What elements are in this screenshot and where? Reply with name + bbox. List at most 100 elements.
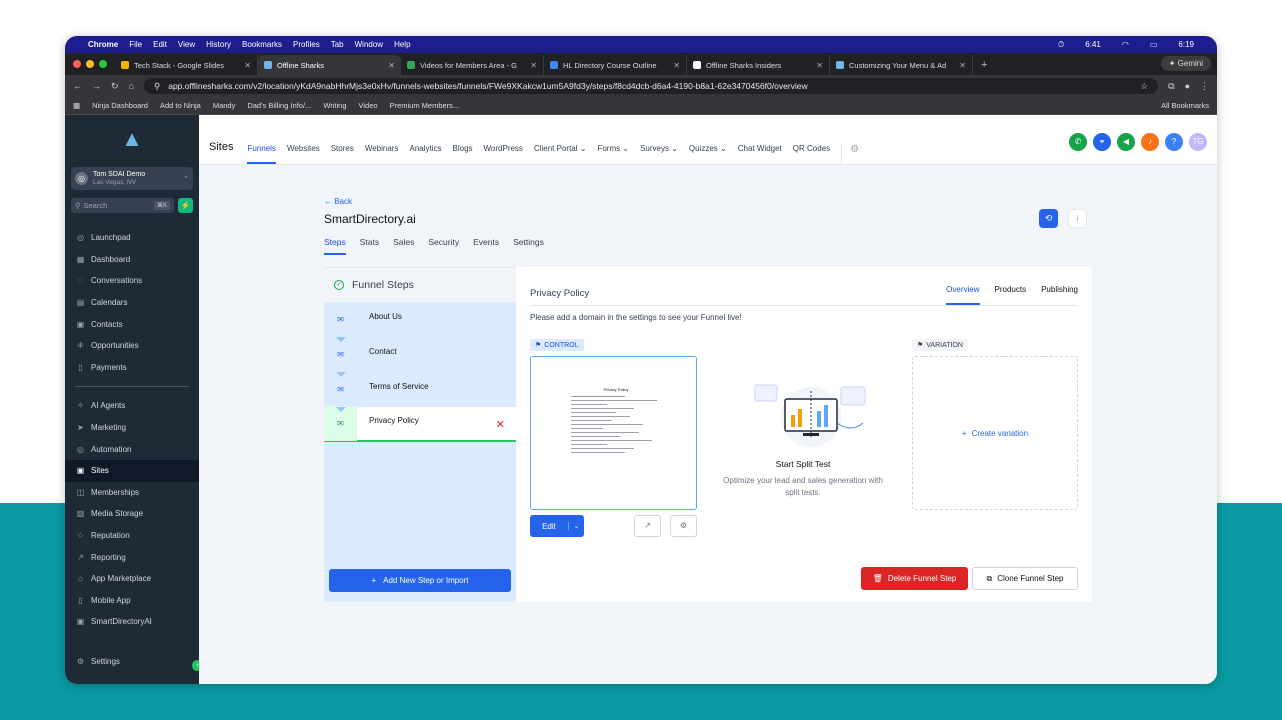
bookmark-item[interactable]: Writing — [323, 101, 346, 110]
sidebar-item-mobile-app[interactable]: ▯ Mobile App — [65, 590, 199, 612]
tab-funnels[interactable]: Funnels — [247, 144, 276, 164]
tab-products[interactable]: Products — [995, 285, 1027, 305]
back-link[interactable]: ← Back — [324, 197, 352, 206]
wifi-icon[interactable]: ◠ — [1122, 40, 1129, 49]
battery-icon[interactable]: ▭ — [1150, 40, 1158, 49]
close-tab-icon[interactable]: ✕ — [530, 61, 537, 70]
close-tab-icon[interactable]: ✕ — [816, 61, 823, 70]
profile-icon[interactable]: ● — [1185, 81, 1190, 91]
tab-publishing[interactable]: Publishing — [1041, 285, 1078, 305]
menu-file[interactable]: File — [129, 40, 142, 49]
tab-stores[interactable]: Stores — [331, 144, 354, 164]
timer-icon[interactable]: ⏱ — [1058, 40, 1064, 50]
tab-steps[interactable]: Steps — [324, 237, 346, 255]
bookmark-star-icon[interactable]: ☆ — [1141, 81, 1149, 92]
tab-sales[interactable]: Sales — [393, 237, 414, 255]
sidebar-item-contacts[interactable]: ▣ Contacts — [65, 313, 199, 335]
back-arrow-icon[interactable]: ← — [73, 81, 82, 91]
bookmark-item[interactable]: Dad's Billing Info/... — [247, 101, 311, 110]
browser-tab[interactable]: Videos for Members Area - G ✕ — [401, 55, 544, 75]
close-tab-icon[interactable]: ✕ — [959, 61, 966, 70]
funnel-step-item[interactable]: ✉ About Us — [324, 302, 516, 342]
sidebar-item-automation[interactable]: ◎ Automation — [65, 438, 199, 460]
url-bar[interactable]: ⚲ app.offlinesharks.com/v2/location/yKdA… — [143, 78, 1159, 94]
tab-chat-widget[interactable]: Chat Widget — [738, 144, 782, 164]
menu-edit[interactable]: Edit — [153, 40, 167, 49]
site-info-icon[interactable]: ⚲ — [154, 81, 160, 92]
tab-analytics[interactable]: Analytics — [409, 144, 441, 164]
browser-tab[interactable]: Customizing Your Menu & Ad ✕ — [830, 55, 973, 75]
funnel-step-item[interactable]: ✉ Terms of Service — [324, 372, 516, 412]
delete-funnel-step-button[interactable]: 🗑 Delete Funnel Step — [861, 567, 968, 590]
help-icon[interactable]: ? — [1165, 133, 1183, 151]
delete-step-x-icon[interactable]: ✕ — [496, 418, 505, 431]
edit-button[interactable]: Edit ⌄ — [530, 515, 584, 537]
page-preview-thumbnail[interactable]: Privacy Policy — [530, 356, 697, 510]
browser-tab-active[interactable]: Offline Sharks ✕ — [258, 55, 401, 75]
minimize-window-icon[interactable] — [86, 60, 94, 68]
megaphone-icon[interactable]: ◀ — [1117, 133, 1135, 151]
menu-help[interactable]: Help — [394, 40, 410, 49]
search-input[interactable]: ⚲ Search ⌘K — [71, 198, 174, 213]
menu-view[interactable]: View — [178, 40, 195, 49]
sidebar-item-sites[interactable]: ▣ Sites — [65, 459, 199, 482]
funnel-step-item-active[interactable]: ✉ Privacy Policy ✕ — [324, 406, 516, 442]
bookmark-item[interactable]: Video — [359, 101, 378, 110]
link-icon[interactable]: ⚭ — [1093, 133, 1111, 151]
avatar[interactable]: TG — [1189, 133, 1207, 151]
sidebar-item-app-marketplace[interactable]: ⌂ App Marketplace — [65, 568, 199, 590]
gear-icon[interactable]: ⚙ — [670, 515, 697, 537]
browser-tab[interactable]: Offline Sharks Insiders ✕ — [687, 55, 830, 75]
quick-action-bolt-icon[interactable]: ⚡ — [178, 198, 193, 213]
bookmark-item[interactable]: Add to Ninja — [160, 101, 201, 110]
info-icon[interactable]: i — [1068, 209, 1087, 228]
tab-security[interactable]: Security — [428, 237, 459, 255]
sidebar-item-opportunities[interactable]: ⁜ Opportunities — [65, 335, 199, 357]
tab-quizzes[interactable]: Quizzes ⌄ — [689, 144, 727, 164]
sidebar-item-reporting[interactable]: ↗ Reporting — [65, 546, 199, 568]
menu-history[interactable]: History — [206, 40, 231, 49]
menu-app[interactable]: Chrome — [88, 40, 118, 49]
chevron-down-icon[interactable]: ⌄ — [568, 522, 584, 530]
menu-bookmarks[interactable]: Bookmarks — [242, 40, 282, 49]
bookmark-item[interactable]: Premium Members... — [390, 101, 460, 110]
tab-blogs[interactable]: Blogs — [453, 144, 473, 164]
close-tab-icon[interactable]: ✕ — [388, 61, 395, 70]
sidebar-item-launchpad[interactable]: ◎ Launchpad — [65, 227, 199, 249]
sidebar-item-marketing[interactable]: ➤ Marketing — [65, 417, 199, 439]
close-window-icon[interactable] — [73, 60, 81, 68]
tab-overview[interactable]: Overview — [946, 285, 980, 305]
clone-funnel-step-button[interactable]: ⧉ Clone Funnel Step — [972, 567, 1078, 590]
close-tab-icon[interactable]: ✕ — [244, 61, 251, 70]
tab-wordpress[interactable]: WordPress — [484, 144, 523, 164]
external-link-icon[interactable]: ↗ — [634, 515, 661, 537]
tab-stats[interactable]: Stats — [360, 237, 379, 255]
new-tab-icon[interactable]: + — [973, 59, 995, 75]
gemini-button[interactable]: ✦ Gemini — [1160, 56, 1211, 71]
sidebar-item-memberships[interactable]: ◫ Memberships — [65, 482, 199, 504]
browser-tab[interactable]: HL Directory Course Outline ✕ — [544, 55, 687, 75]
create-variation-button[interactable]: + Create variation — [912, 356, 1078, 510]
tab-surveys[interactable]: Surveys ⌄ — [640, 144, 678, 164]
sidebar-item-payments[interactable]: ▯ Payments — [65, 357, 199, 379]
chrome-menu-icon[interactable]: ⋮ — [1200, 81, 1209, 92]
sidebar-item-conversations[interactable]: ◌ Conversations — [65, 270, 199, 292]
sidebar-item-ai-agents[interactable]: ✧ AI Agents — [65, 395, 199, 417]
sidebar-item-smartdirectoryai[interactable]: ▣ SmartDirectoryAI — [65, 611, 199, 633]
bookmark-item[interactable]: Mandy — [213, 101, 236, 110]
menu-tab[interactable]: Tab — [331, 40, 344, 49]
tab-forms[interactable]: Forms ⌄ — [597, 144, 629, 164]
reload-icon[interactable]: ↻ — [111, 81, 119, 92]
browser-tab[interactable]: Tech Stack - Google Slides ✕ — [115, 55, 258, 75]
gear-icon[interactable]: ⚙ — [841, 144, 859, 164]
menu-window[interactable]: Window — [355, 40, 383, 49]
menu-profiles[interactable]: Profiles — [293, 40, 320, 49]
sidebar-item-reputation[interactable]: ☆ Reputation — [65, 525, 199, 547]
sidebar-item-settings[interactable]: ⚙ Settings — [65, 650, 199, 672]
share-icon[interactable]: ⟲ — [1039, 209, 1058, 228]
tab-client-portal[interactable]: Client Portal ⌄ — [534, 144, 587, 164]
tab-events[interactable]: Events — [473, 237, 499, 255]
shark-logo-icon[interactable]: ▲ — [65, 121, 199, 157]
zoom-window-icon[interactable] — [99, 60, 107, 68]
tab-qr-codes[interactable]: QR Codes — [793, 144, 830, 164]
